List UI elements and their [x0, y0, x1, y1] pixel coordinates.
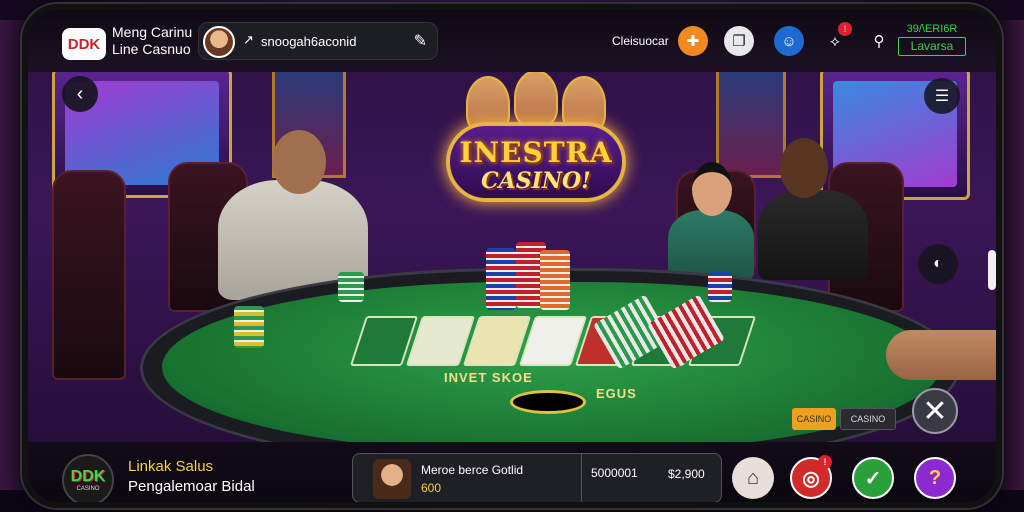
header-label: Cleisuocar: [612, 34, 669, 48]
chips-badge: !: [818, 455, 832, 469]
bottom-logo-sub: CASINO: [76, 486, 100, 492]
logo-character-center: [514, 70, 558, 126]
notification-badge: !: [838, 22, 852, 36]
tag-grey[interactable]: CASINO: [840, 408, 896, 430]
bookmark-icon[interactable]: ❐: [724, 26, 754, 56]
bet-amount: $2,900: [668, 467, 705, 481]
chip-stack-player-left[interactable]: [338, 272, 364, 302]
brand-name-line2: Line Casnuo: [112, 41, 191, 57]
bottom-title: Linkak Salus: [128, 458, 214, 475]
menu-icon[interactable]: ☰: [924, 78, 960, 114]
chair-far-left: [52, 170, 126, 380]
brand-name-line1: Meng Carinu: [112, 24, 193, 40]
search-input[interactable]: snoogah6aconid: [261, 34, 356, 49]
back-arrow-icon[interactable]: ‹: [62, 76, 98, 112]
chip-stack-center-1[interactable]: [486, 248, 516, 310]
logo-badge: INESTRA CASINO!: [446, 122, 626, 202]
logo-subtitle: CASINO!: [481, 168, 591, 194]
top-bar: DDK Meng Carinu Line Casnuo ↗ snoogah6ac…: [28, 10, 996, 72]
balance-label: 39/\ERI6R: [906, 23, 958, 35]
side-handle[interactable]: [988, 250, 996, 290]
dealer-hole: [510, 390, 586, 414]
close-icon[interactable]: ✕: [912, 388, 958, 434]
card-divider: [581, 454, 582, 502]
brand-logo[interactable]: DDK: [62, 28, 106, 60]
gift-box-icon[interactable]: ⌂: [732, 457, 774, 499]
bottom-logo-text: DDK: [70, 468, 106, 485]
casino-logo: INESTRA CASINO!: [426, 70, 646, 216]
chat-icon[interactable]: ☺: [774, 26, 804, 56]
player-value: 600: [421, 481, 442, 495]
shield-icon[interactable]: ◐: [918, 244, 958, 284]
brand-name: Meng Carinu Line Casnuo: [112, 24, 192, 58]
gift-icon[interactable]: ✚: [678, 26, 708, 56]
casino-scene: INESTRA CASINO! INVET SKOE EGUS DDK Meng…: [0, 0, 1024, 512]
balance-display[interactable]: 39/\ERI6R Lavarsa: [898, 22, 966, 62]
player-name: Meroe berce Gotlid: [421, 463, 524, 477]
notification-icon[interactable]: ⟡!: [820, 22, 852, 56]
bottom-logo[interactable]: DDK CASINO: [62, 454, 114, 502]
logo-title: INESTRA: [459, 136, 613, 169]
settings-icon[interactable]: ⚲: [864, 26, 894, 56]
chip-stack-player-right[interactable]: [708, 272, 732, 302]
tag-orange[interactable]: CASINO: [792, 408, 836, 430]
avatar[interactable]: [203, 26, 235, 58]
player-card[interactable]: Meroe berce Gotlid 600 5000001: [352, 453, 722, 502]
brand-logo-text: DDK: [67, 35, 101, 53]
felt-label-2: EGUS: [596, 386, 637, 401]
player-number: 5000001: [591, 466, 638, 480]
search-bar[interactable]: ↗ snoogah6aconid ✎: [198, 22, 438, 60]
chip-stack-left[interactable]: [234, 306, 264, 348]
edit-icon[interactable]: ✎: [414, 31, 427, 51]
chip-stack-center-3[interactable]: [540, 250, 570, 310]
bottom-subtitle: Pengalemoar Bidal: [128, 478, 255, 495]
player-avatar: [373, 459, 411, 499]
player-hand: [886, 330, 996, 380]
bottom-bar: DDK CASINO Linkak Salus Pengalemoar Bida…: [28, 442, 996, 502]
pointer-icon: ↗: [243, 32, 254, 47]
felt-label-1: INVET SKOE: [444, 370, 533, 385]
chips-icon[interactable]: ◎!: [790, 455, 832, 499]
help-icon[interactable]: ?: [914, 457, 956, 499]
phone-frame: INESTRA CASINO! INVET SKOE EGUS DDK Meng…: [22, 4, 1002, 508]
balance-value: Lavarsa: [898, 37, 966, 56]
confirm-icon[interactable]: ✓: [852, 457, 894, 499]
poster-right: [716, 68, 786, 178]
